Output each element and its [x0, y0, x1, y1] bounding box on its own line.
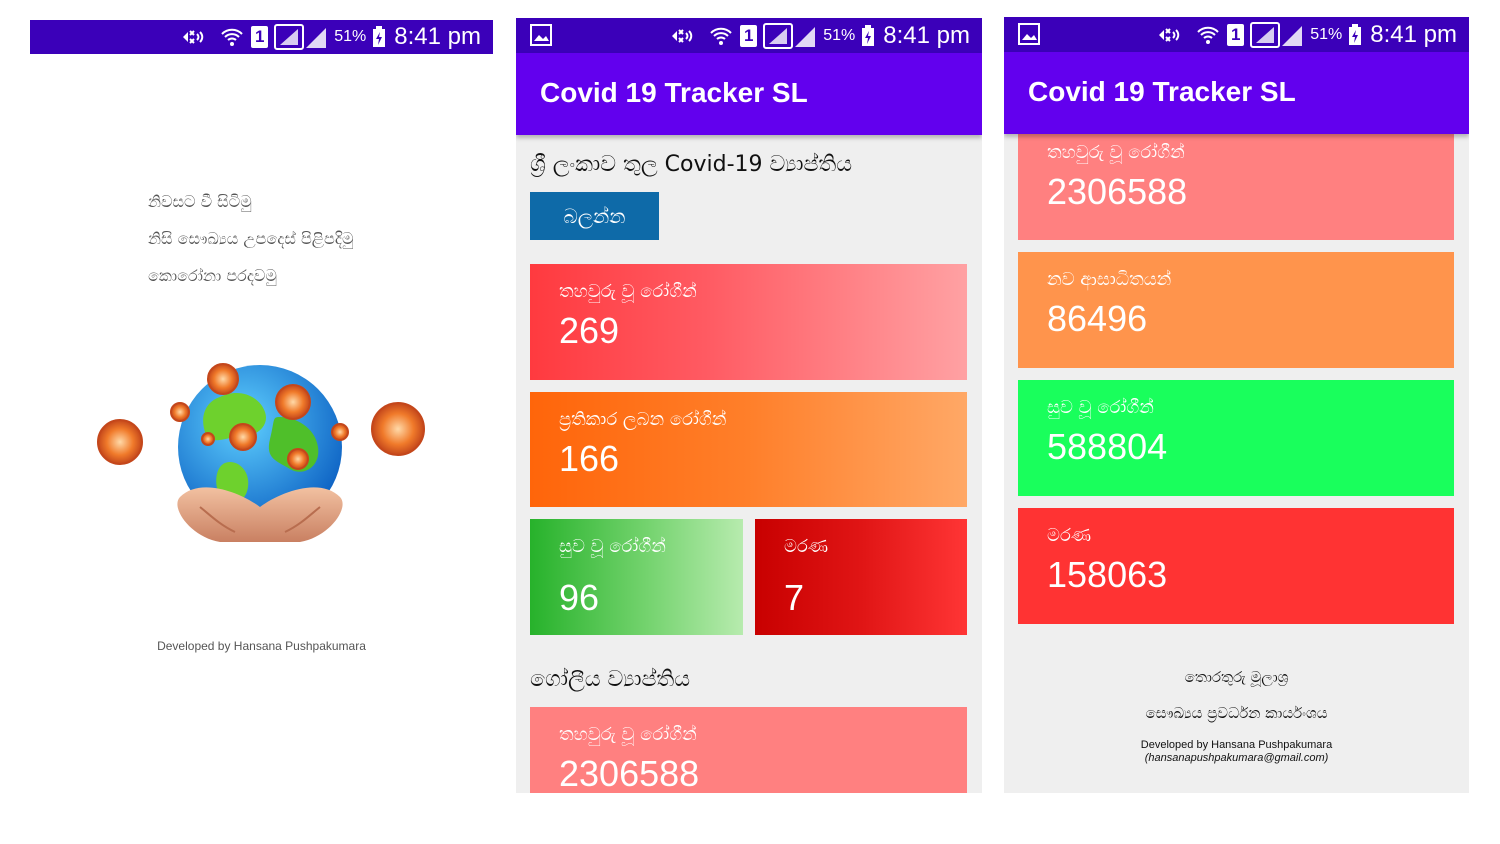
local-deaths-label: මරණ [784, 536, 829, 557]
global-recovered-label: සුව වූ රෝගීන් [1047, 397, 1154, 418]
local-confirmed-label: තහවුරු වූ රෝගීන් [559, 281, 697, 302]
signal-icon [274, 24, 328, 50]
splash-screen: 1 51% 8:41 pm නිවසට වී සිටිමු නිසි සෞඛ්‍… [30, 20, 493, 660]
main-screen-scrolled: 1 51% 8:41 pm Covid 19 Tracker SL තහවුරු… [1004, 17, 1469, 793]
app-bar: Covid 19 Tracker SL [1004, 52, 1469, 134]
global-confirmed-card: තහවුරු වූ රෝගීන් 2306588 [530, 707, 967, 793]
sim-icon: 1 [740, 24, 758, 47]
splash-line-health-advice: නිසි සෞඛ්‍යය උපදෙස් පිළිපදිමු [148, 229, 354, 248]
status-bar: 1 51% 8:41 pm [1004, 17, 1469, 52]
global-confirmed-card: තහවුරු වූ රෝගීන් 2306588 [1018, 124, 1454, 240]
global-deaths-value: 158063 [1047, 554, 1168, 595]
local-active-label: ප්‍රතිකාර ලබන රෝගීන් [559, 409, 727, 430]
global-deaths-label: මරණ [1047, 525, 1092, 546]
global-recovered-card: සුව වූ රෝගීන් 588804 [1018, 380, 1454, 496]
sources-heading: තොරතුරු මූලාශ්‍ර [1184, 668, 1289, 686]
sim-icon: 1 [251, 26, 269, 48]
wifi-icon [708, 25, 734, 47]
status-time: 8:41 pm [883, 21, 970, 49]
source-name: සෞඛ්‍යය ප්‍රවර්ධන කාර්යංශය [1145, 704, 1328, 722]
global-confirmed-value: 2306588 [1047, 171, 1188, 212]
global-deaths-card: මරණ 158063 [1018, 508, 1454, 624]
local-recovered-card: සුව වූ රෝගීන් 96 [530, 519, 743, 635]
global-new-cases-card: නව ආසාධිතයන් 86496 [1018, 252, 1454, 368]
local-section-title: ශ්‍රී ලංකාව තුල Covid-19 ව්‍යාප්තිය [530, 152, 853, 177]
developer-credit: Developed by Hansana Pushpakumara [1140, 739, 1333, 751]
app-title: Covid 19 Tracker SL [1028, 76, 1296, 107]
global-new-cases-label: නව ආසාධිතයන් [1047, 269, 1172, 290]
mute-icon [666, 25, 702, 47]
global-confirmed-value: 2306588 [559, 753, 700, 793]
local-deaths-card: මරණ 7 [755, 519, 967, 635]
global-recovered-value: 588804 [1047, 426, 1168, 467]
local-recovered-label: සුව වූ රෝගීන් [559, 536, 666, 557]
local-deaths-value: 7 [784, 577, 805, 618]
status-time: 8:41 pm [1370, 20, 1457, 48]
splash-line-stay-home: නිවසට වී සිටිමු [148, 192, 252, 211]
battery-charging-icon [372, 26, 386, 48]
status-time: 8:41 pm [394, 23, 481, 50]
signal-icon [763, 22, 817, 49]
global-new-cases-value: 86496 [1047, 298, 1148, 339]
developer-email[interactable]: (hansanapushpakumara@gmail.com) [1004, 752, 1469, 764]
local-recovered-value: 96 [559, 577, 600, 618]
global-confirmed-label: තහවුරු වූ රෝගීන් [559, 724, 697, 745]
splash-line-defeat-corona: කොරෝනා පරදවමු [148, 266, 277, 285]
view-button[interactable]: බලන්න [530, 192, 659, 240]
main-screen-top: 1 51% 8:41 pm Covid 19 Tracker SL ශ්‍රී … [516, 18, 982, 793]
signal-icon [1250, 21, 1304, 48]
battery-text: 51% [823, 26, 856, 44]
mute-icon [177, 26, 213, 48]
global-confirmed-label: තහවුරු වූ රෝගීන් [1047, 142, 1185, 163]
globe-in-hands-illustration [80, 347, 440, 547]
local-active-card: ප්‍රතිකාර ලබන රෝගීන් 166 [530, 392, 967, 507]
sim-icon: 1 [1227, 23, 1245, 46]
battery-charging-icon [861, 24, 875, 47]
gallery-icon [1018, 23, 1040, 49]
local-active-value: 166 [559, 438, 620, 479]
gallery-icon [530, 24, 552, 50]
wifi-icon [1195, 24, 1221, 46]
app-title: Covid 19 Tracker SL [540, 77, 808, 108]
global-section-title: ගෝලීය ව්‍යාප්තිය [530, 667, 691, 692]
status-bar: 1 51% 8:41 pm [30, 20, 493, 54]
battery-text: 51% [1310, 25, 1343, 43]
local-confirmed-value: 269 [559, 310, 620, 351]
app-bar: Covid 19 Tracker SL [516, 53, 982, 135]
battery-charging-icon [1348, 23, 1362, 46]
battery-text: 51% [334, 28, 367, 45]
local-confirmed-card: තහවුරු වූ රෝගීන් 269 [530, 264, 967, 380]
status-bar: 1 51% 8:41 pm [516, 18, 982, 53]
mute-icon [1153, 24, 1189, 46]
wifi-icon [219, 26, 245, 48]
splash-developer-credit: Developed by Hansana Pushpakumara [157, 639, 366, 653]
